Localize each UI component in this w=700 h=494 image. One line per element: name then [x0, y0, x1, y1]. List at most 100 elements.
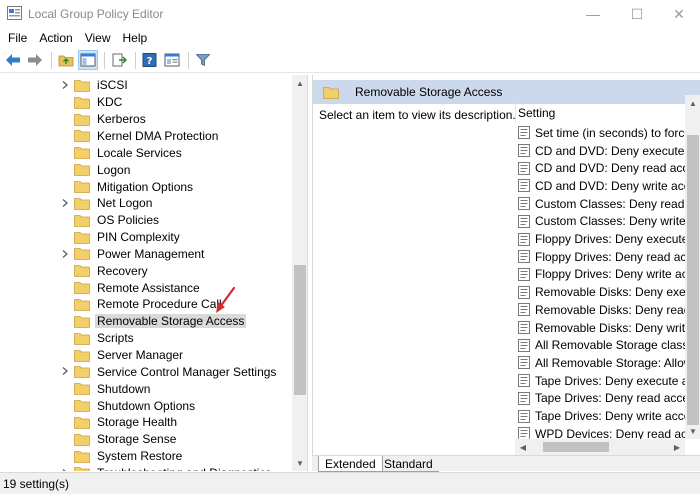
- chevron-right-icon[interactable]: [60, 80, 70, 90]
- tree-item[interactable]: Power Management: [0, 246, 292, 263]
- setting-column-header[interactable]: Setting: [515, 103, 695, 123]
- chevron-right-icon[interactable]: [60, 198, 70, 208]
- tree-item-label: Server Manager: [97, 348, 184, 363]
- chevron-right-icon[interactable]: [60, 249, 70, 259]
- horizontal-scroll-thumb[interactable]: [543, 442, 609, 452]
- setting-row[interactable]: Removable Disks: Deny write ac: [515, 319, 691, 337]
- tree-item[interactable]: Troubleshooting and Diagnostics: [0, 465, 292, 471]
- settings-scroll-thumb[interactable]: [687, 135, 699, 425]
- policy-setting-icon: [518, 303, 530, 317]
- folder-icon: [74, 332, 90, 345]
- export-list-button[interactable]: [109, 50, 129, 70]
- tree-item[interactable]: Storage Health: [0, 414, 292, 431]
- scroll-left-arrow-icon[interactable]: ◀: [515, 439, 531, 455]
- setting-row[interactable]: Removable Disks: Deny read acc: [515, 301, 691, 319]
- tree-item[interactable]: Storage Sense: [0, 431, 292, 448]
- help-button[interactable]: ?: [140, 50, 160, 70]
- setting-row[interactable]: Floppy Drives: Deny execute ac: [515, 230, 691, 248]
- tab-extended[interactable]: Extended: [318, 456, 383, 472]
- menu-action[interactable]: Action: [34, 31, 77, 45]
- tree-vertical-scrollbar[interactable]: ▲ ▼: [292, 75, 307, 471]
- tree-item[interactable]: Shutdown Options: [0, 397, 292, 414]
- toolbar-separator: [188, 51, 189, 69]
- tree-item[interactable]: Remote Assistance: [0, 279, 292, 296]
- scroll-up-arrow-icon[interactable]: ▲: [292, 75, 307, 91]
- setting-row[interactable]: Tape Drives: Deny write access: [515, 407, 691, 425]
- setting-row[interactable]: All Removable Storage classes:: [515, 336, 691, 354]
- menu-view[interactable]: View: [80, 31, 116, 45]
- scroll-down-arrow-icon[interactable]: ▼: [292, 455, 307, 471]
- properties-button[interactable]: [162, 50, 182, 70]
- folder-icon: [74, 315, 90, 328]
- back-button[interactable]: [3, 50, 23, 70]
- tree-item[interactable]: PIN Complexity: [0, 229, 292, 246]
- scroll-right-arrow-icon[interactable]: ▶: [669, 439, 685, 455]
- tree-item[interactable]: OS Policies: [0, 212, 292, 229]
- chevron-right-icon[interactable]: [60, 468, 70, 471]
- setting-row[interactable]: Floppy Drives: Deny write acces: [515, 266, 691, 284]
- setting-row[interactable]: CD and DVD: Deny read access: [515, 159, 691, 177]
- tree-item[interactable]: System Restore: [0, 448, 292, 465]
- help-icon: ?: [142, 53, 157, 67]
- setting-row[interactable]: Floppy Drives: Deny read acces: [515, 248, 691, 266]
- chevron-right-icon[interactable]: [60, 366, 70, 376]
- filter-button[interactable]: [193, 50, 213, 70]
- setting-row[interactable]: Custom Classes: Deny read acc: [515, 195, 691, 213]
- tree-item[interactable]: Service Control Manager Settings: [0, 363, 292, 380]
- tree-item[interactable]: Kernel DMA Protection: [0, 128, 292, 145]
- tree-item[interactable]: Kerberos: [0, 111, 292, 128]
- tree-item[interactable]: Shutdown: [0, 380, 292, 397]
- tree-scroll-thumb[interactable]: [294, 265, 306, 395]
- tree-item-label: System Restore: [97, 449, 183, 464]
- tree-item-label: Mitigation Options: [97, 179, 194, 194]
- setting-row[interactable]: Tape Drives: Deny read access: [515, 390, 691, 408]
- setting-row[interactable]: Removable Disks: Deny execute: [515, 283, 691, 301]
- setting-row[interactable]: Set time (in seconds) to force r: [515, 124, 691, 142]
- folder-icon: [74, 282, 90, 295]
- folder-icon: [74, 265, 90, 278]
- setting-row[interactable]: CD and DVD: Deny execute acc: [515, 142, 691, 160]
- settings-horizontal-scrollbar[interactable]: ◀ ▶: [515, 439, 685, 455]
- folder-icon: [74, 231, 90, 244]
- menu-file[interactable]: File: [3, 31, 32, 45]
- tree-item[interactable]: Remote Procedure Call: [0, 296, 292, 313]
- setting-name: CD and DVD: Deny execute acc: [535, 143, 691, 158]
- settings-vertical-scrollbar[interactable]: ▲ ▼: [685, 95, 700, 439]
- tree-item[interactable]: Removable Storage Access: [0, 313, 292, 330]
- policy-setting-icon: [518, 197, 530, 211]
- forward-button[interactable]: [25, 50, 45, 70]
- annotation-arrow-icon: [216, 286, 236, 313]
- tree-item[interactable]: Server Manager: [0, 347, 292, 364]
- folder-icon: [74, 130, 90, 143]
- minimize-button[interactable]: —: [570, 0, 616, 28]
- setting-name: Tape Drives: Deny write access: [535, 409, 691, 424]
- tree-item[interactable]: Locale Services: [0, 144, 292, 161]
- tree-item-label: Service Control Manager Settings: [97, 364, 277, 379]
- folder-icon: [74, 214, 90, 227]
- setting-row[interactable]: CD and DVD: Deny write access: [515, 177, 691, 195]
- setting-row[interactable]: Tape Drives: Deny execute acce: [515, 372, 691, 390]
- maximize-button[interactable]: ☐: [614, 0, 660, 28]
- tree-item[interactable]: Mitigation Options: [0, 178, 292, 195]
- scroll-up-arrow-icon[interactable]: ▲: [685, 95, 700, 111]
- up-one-level-button[interactable]: [56, 50, 76, 70]
- tree-item[interactable]: iSCSI: [0, 77, 292, 94]
- tree-item-label: Logon: [97, 162, 131, 177]
- setting-row[interactable]: Custom Classes: Deny write acc: [515, 213, 691, 231]
- folder-icon: [74, 433, 90, 446]
- menu-help[interactable]: Help: [118, 31, 153, 45]
- tree-item[interactable]: Scripts: [0, 330, 292, 347]
- tree-item-label: Storage Health: [97, 415, 178, 430]
- tree-item[interactable]: Logon: [0, 161, 292, 178]
- tree-item[interactable]: KDC: [0, 94, 292, 111]
- tab-standard[interactable]: Standard: [378, 456, 439, 472]
- setting-name: Floppy Drives: Deny write acces: [535, 267, 691, 282]
- tree-item[interactable]: Net Logon: [0, 195, 292, 212]
- tree-item[interactable]: Recovery: [0, 262, 292, 279]
- tree-item-label: Remote Procedure Call: [97, 297, 222, 312]
- view-tabs: Extended Standard: [312, 455, 700, 472]
- show-hide-console-tree-button[interactable]: [78, 50, 98, 70]
- close-button[interactable]: ✕: [656, 0, 700, 28]
- setting-row[interactable]: All Removable Storage: Allow c: [515, 354, 691, 372]
- scroll-down-arrow-icon[interactable]: ▼: [685, 423, 700, 439]
